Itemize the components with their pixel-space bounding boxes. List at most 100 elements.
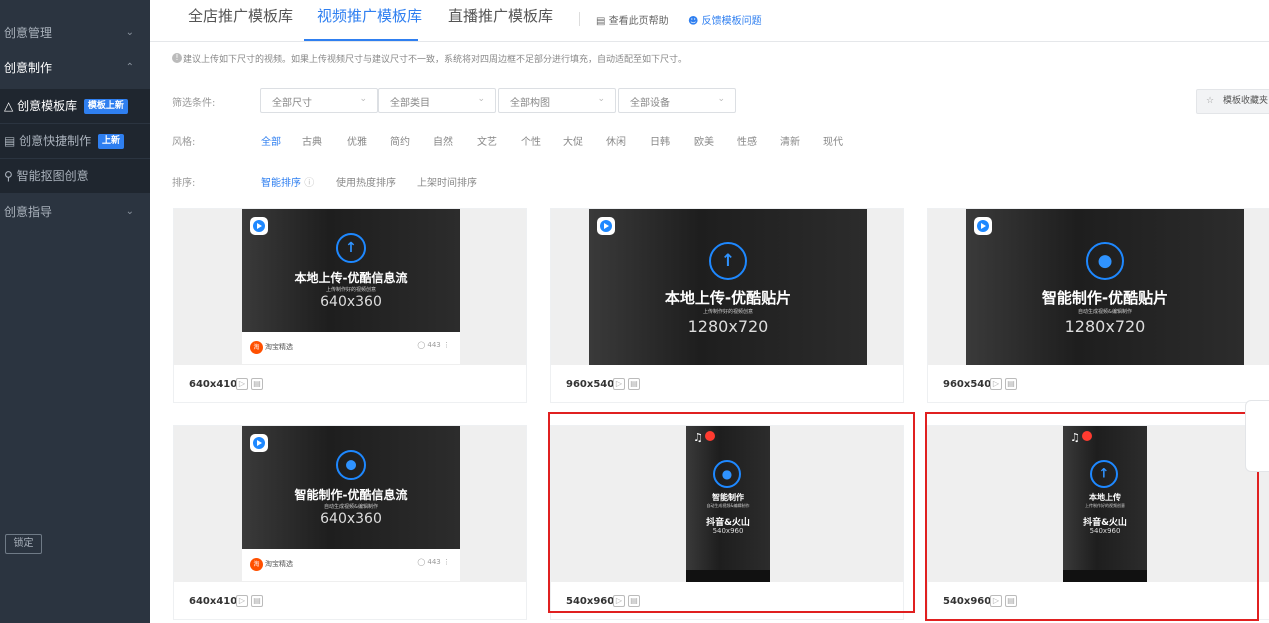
chevron-down-icon: ⌄ [359,94,367,104]
chevron-down-icon: ⌄ [125,27,134,38]
sidebar-item-creative-management[interactable]: 创意管理 ⌄ [0,16,150,50]
taobao-icon: 淘 [250,558,263,571]
preview-subtitle: 自动生成视频&编辑制作 [324,504,378,510]
youku-logo-icon [250,217,268,235]
style-option[interactable]: 性感 [737,133,757,148]
sort-smart[interactable]: 智能排序 ⓘ [261,174,314,189]
device-icon: ▤ [251,595,263,607]
floating-assistant-button[interactable] [1245,400,1269,472]
lock-button[interactable]: 锁定 [5,534,42,554]
template-thumbnail: ● 智能制作-优酷信息流 自动生成视频&编辑制作 640x360 淘 淘宝精选 … [174,426,526,582]
template-card[interactable]: ● 智能制作-优酷贴片 自动生成视频&编辑制作 1280x720 960x540… [927,208,1269,403]
style-option[interactable]: 大促 [563,133,583,148]
play-icon: ▷ [236,378,248,390]
template-thumbnail: ● 智能制作-优酷贴片 自动生成视频&编辑制作 1280x720 [928,209,1269,365]
style-option[interactable]: 欧美 [694,133,714,148]
shop-name: 淘宝精选 [265,343,293,351]
device-icon: ▤ [1005,378,1017,390]
sidebar-item-smart-cutout[interactable]: ⚲ 智能抠图创意 [0,159,150,193]
style-option[interactable]: 清新 [780,133,800,148]
sidebar-item-label: 智能抠图创意 [16,169,89,183]
style-label: 风格: [172,137,196,148]
size-select-value: 全部尺寸 [272,98,312,109]
sidebar-item-quick-create[interactable]: ▤ 创意快捷制作 上新 [0,124,150,158]
preview-dimension: 1280x720 [687,317,769,336]
device-select-value: 全部设备 [630,98,670,109]
divider [579,12,580,26]
style-option[interactable]: 全部 [261,133,281,148]
device-icon: ▤ [251,378,263,390]
card-size-caption: 640x410 [189,379,238,390]
preview-dimension: 640x360 [320,294,382,310]
card-size-caption: 960x540 [943,379,992,390]
style-option[interactable]: 优雅 [347,133,367,148]
template-card[interactable]: ● 智能制作-优酷信息流 自动生成视频&编辑制作 640x360 淘 淘宝精选 … [173,425,527,620]
tab-video-templates[interactable]: 视频推广模板库 [317,5,422,26]
size-select[interactable]: 全部尺寸 ⌄ [260,88,378,113]
info-icon: ! [172,53,182,63]
highlight-box [548,412,915,613]
device-icon: ▤ [628,378,640,390]
preview-title: 智能制作-优酷信息流 [294,488,408,502]
sidebar-item-label: 创意快捷制作 [19,134,92,148]
document-icon: ▤ [596,16,606,27]
style-option[interactable]: 休闲 [606,133,626,148]
feedback-link[interactable]: ☻ 反馈模板问题 [688,12,762,27]
comment-count-value: 443 [427,341,441,349]
chevron-up-icon: ⌃ [125,62,134,73]
chevron-down-icon: ⌄ [717,94,725,104]
preview-title: 本地上传-优酷贴片 [664,289,792,307]
device-select[interactable]: 全部设备 ⌄ [618,88,736,113]
composition-select-value: 全部构图 [510,98,550,109]
help-link-label: 查看此页帮助 [608,16,669,27]
comment-count: ◯ 443 ⋮ [417,341,450,349]
user-icon: ☻ [688,16,699,27]
preview-dimension: 640x360 [320,511,382,527]
style-option[interactable]: 个性 [521,133,541,148]
youku-logo-icon [597,217,615,235]
style-option[interactable]: 简约 [390,133,410,148]
chevron-down-icon: ⌄ [597,94,605,104]
card-size-caption: 640x410 [189,596,238,607]
style-option[interactable]: 自然 [433,133,453,148]
preview-dimension: 1280x720 [1064,317,1146,336]
template-card[interactable]: ↑ 本地上传-优酷贴片 上传制作好的视频创意 1280x720 960x540 … [550,208,904,403]
preview-title: 本地上传-优酷信息流 [294,271,408,285]
style-option[interactable]: 古典 [302,133,322,148]
card-size-caption: 960x540 [566,379,615,390]
category-select[interactable]: 全部类目 ⌄ [378,88,496,113]
filter-label: 筛选条件: [172,98,216,109]
youku-logo-icon [250,434,268,452]
question-icon: ⓘ [304,178,315,189]
sort-label: 排序: [172,178,196,189]
tab-store-templates[interactable]: 全店推广模板库 [188,5,293,26]
preview-subtitle: 自动生成视频&编辑制作 [1078,309,1132,315]
main-content: 全店推广模板库 视频推广模板库 直播推广模板库 ▤ 查看此页帮助 ☻ 反馈模板问… [150,0,1269,623]
sort-newest[interactable]: 上架时间排序 [417,174,477,189]
preview-title: 智能制作-优酷贴片 [1041,289,1169,307]
new-badge: 上新 [98,134,125,149]
feedback-link-label: 反馈模板问题 [701,16,762,27]
template-card[interactable]: ↑ 本地上传-优酷信息流 上传制作好的视频创意 640x360 淘 淘宝精选 ◯… [173,208,527,403]
help-link[interactable]: ▤ 查看此页帮助 [596,12,669,27]
sidebar-item-creative-production[interactable]: 创意制作 ⌃ [0,51,150,85]
youku-logo-icon [974,217,992,235]
video-preview: ↑ 本地上传-优酷信息流 上传制作好的视频创意 640x360 [242,209,460,332]
sidebar-item-template-library[interactable]: △ 创意模板库 模板上新 [0,89,150,123]
tab-live-templates[interactable]: 直播推广模板库 [448,5,553,26]
style-option[interactable]: 日韩 [650,133,670,148]
sort-popularity[interactable]: 使用热度排序 [336,174,396,189]
composition-select[interactable]: 全部构图 ⌄ [498,88,616,113]
video-preview: ● 智能制作-优酷信息流 自动生成视频&编辑制作 640x360 [242,426,460,549]
favorites-button[interactable]: ☆ 模板收藏夹 [1196,89,1269,114]
bulb-icon: ● [1086,242,1124,280]
cutout-icon: ⚲ [4,169,13,183]
style-option[interactable]: 文艺 [477,133,497,148]
sidebar-item-label: 创意管理 [4,26,53,40]
shop-name: 淘宝精选 [265,560,293,568]
active-tab-underline [304,39,418,41]
style-option[interactable]: 现代 [823,133,843,148]
template-thumbnail: ↑ 本地上传-优酷信息流 上传制作好的视频创意 640x360 淘 淘宝精选 ◯… [174,209,526,365]
sidebar-item-creative-guide[interactable]: 创意指导 ⌄ [0,195,150,229]
sidebar-item-label: 创意指导 [4,205,53,219]
